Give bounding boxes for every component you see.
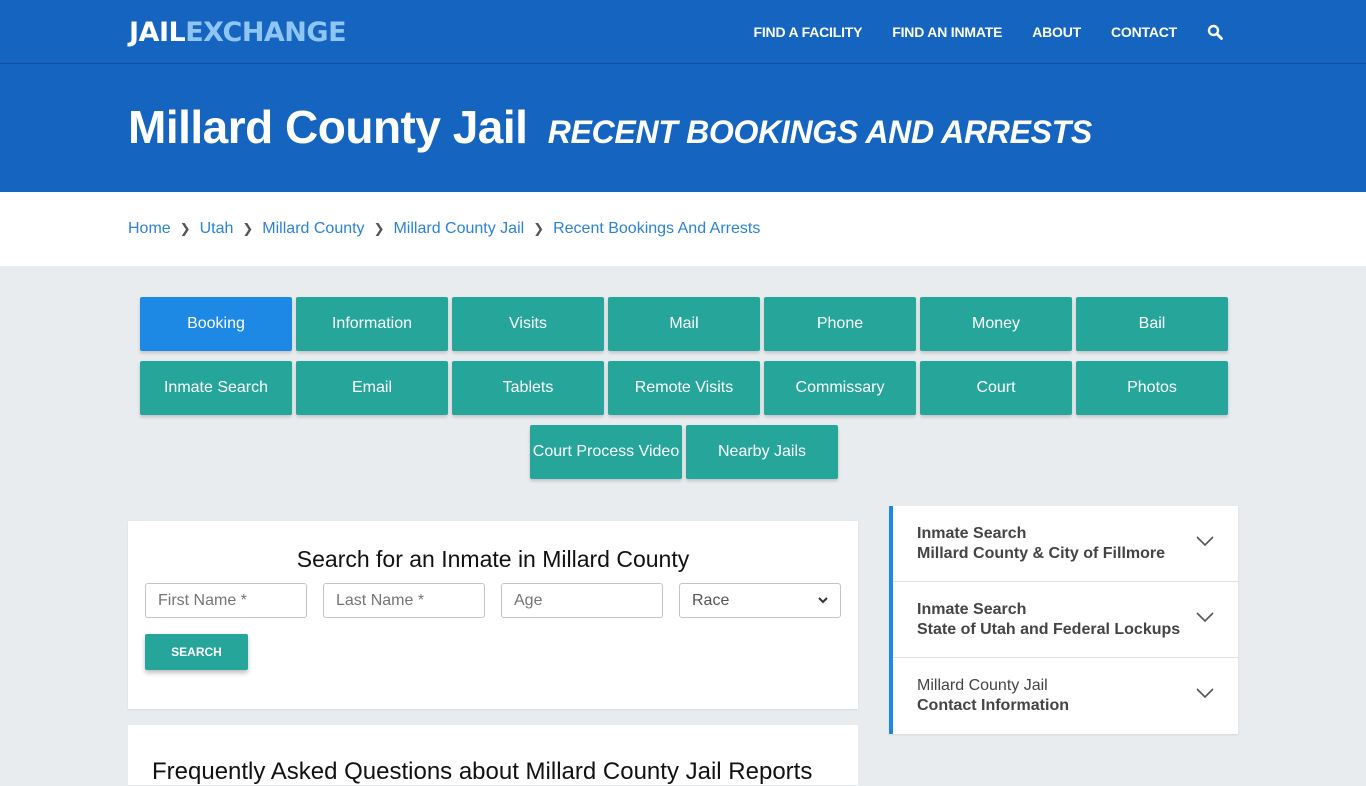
nav-find-inmate[interactable]: FIND AN INMATE	[892, 24, 1002, 40]
chevron-down-icon	[1196, 688, 1214, 698]
page-header: Millard County Jail RECENT BOOKINGS AND …	[0, 64, 1366, 192]
search-button[interactable]: SEARCH	[145, 634, 248, 670]
search-title: Search for an Inmate in Millard County	[296, 546, 690, 572]
chevron-right-icon: ❯	[242, 221, 254, 236]
first-name-input[interactable]: First Name *	[145, 583, 307, 618]
tab-court[interactable]: Court	[920, 361, 1072, 415]
tab-bail[interactable]: Bail	[1076, 297, 1228, 351]
tab-tablets[interactable]: Tablets	[452, 361, 604, 415]
facility-tabs: Booking Information Visits Mail Phone Mo…	[139, 297, 1229, 489]
chevron-right-icon: ❯	[373, 221, 385, 236]
race-select-value: Race	[692, 591, 730, 609]
chevron-right-icon: ❯	[533, 221, 545, 236]
chevron-down-icon	[1196, 536, 1214, 546]
accordion-contact-info[interactable]: Millard County Jail Contact Information	[893, 658, 1238, 734]
page-subtitle: RECENT BOOKINGS AND ARRESTS	[547, 114, 1093, 150]
breadcrumb-home[interactable]: Home	[128, 220, 171, 238]
faq-heading: Frequently Asked Questions about Millard…	[152, 758, 813, 785]
tab-photos[interactable]: Photos	[1076, 361, 1228, 415]
tab-court-process-video[interactable]: Court Process Video	[530, 425, 682, 479]
accordion-line1: Inmate Search	[917, 601, 1027, 618]
tab-email[interactable]: Email	[296, 361, 448, 415]
accordion-line1: Millard County Jail	[917, 677, 1048, 694]
breadcrumb: Home ❯ Utah ❯ Millard County ❯ Millard C…	[128, 220, 760, 238]
sidebar-accordion: Inmate Search Millard County & City of F…	[889, 506, 1238, 734]
tab-visits[interactable]: Visits	[452, 297, 604, 351]
accordion-inmate-search-state[interactable]: Inmate Search State of Utah and Federal …	[893, 582, 1238, 658]
search-icon[interactable]	[1207, 24, 1223, 40]
tab-commissary[interactable]: Commissary	[764, 361, 916, 415]
last-name-input[interactable]: Last Name *	[323, 583, 485, 618]
age-input[interactable]: Age	[501, 583, 663, 618]
accordion-line1: Inmate Search	[917, 525, 1027, 542]
inmate-search-card: Search for an Inmate in Millard County F…	[128, 521, 858, 709]
accordion-line2: Contact Information	[917, 697, 1069, 714]
accordion-inmate-search-county[interactable]: Inmate Search Millard County & City of F…	[893, 506, 1238, 582]
accordion-line2: State of Utah and Federal Lockups	[917, 621, 1181, 638]
tab-remote-visits[interactable]: Remote Visits	[608, 361, 760, 415]
nav-contact[interactable]: CONTACT	[1111, 24, 1177, 40]
page-title-main: Millard County Jail	[128, 101, 528, 153]
chevron-down-icon	[818, 597, 828, 604]
tab-phone[interactable]: Phone	[764, 297, 916, 351]
chevron-down-icon	[1196, 612, 1214, 622]
nav-about[interactable]: ABOUT	[1032, 24, 1081, 40]
nav-find-facility[interactable]: FIND A FACILITY	[754, 24, 863, 40]
breadcrumb-jail[interactable]: Millard County Jail	[393, 220, 524, 238]
top-navbar: JAILEXCHANGE FIND A FACILITY FIND AN INM…	[0, 0, 1366, 64]
main-nav: FIND A FACILITY FIND AN INMATE ABOUT CON…	[724, 0, 1223, 64]
breadcrumb-utah[interactable]: Utah	[200, 220, 234, 238]
tab-information[interactable]: Information	[296, 297, 448, 351]
chevron-right-icon: ❯	[179, 221, 191, 236]
logo-exchange: EXCHANGE	[185, 17, 347, 48]
breadcrumb-county[interactable]: Millard County	[262, 220, 364, 238]
tab-money[interactable]: Money	[920, 297, 1072, 351]
search-form: First Name * Last Name * Age Race	[128, 583, 858, 618]
breadcrumb-current[interactable]: Recent Bookings And Arrests	[553, 220, 760, 238]
logo-jail: JAIL	[129, 17, 186, 48]
page-title: Millard County Jail RECENT BOOKINGS AND …	[128, 100, 1092, 154]
breadcrumb-bar: Home ❯ Utah ❯ Millard County ❯ Millard C…	[0, 192, 1366, 266]
tab-mail[interactable]: Mail	[608, 297, 760, 351]
accordion-line2: Millard County & City of Fillmore	[917, 545, 1166, 562]
tab-inmate-search[interactable]: Inmate Search	[140, 361, 292, 415]
tab-booking[interactable]: Booking	[140, 297, 292, 351]
tab-nearby-jails[interactable]: Nearby Jails	[686, 425, 838, 479]
faq-card: Frequently Asked Questions about Millard…	[128, 725, 858, 785]
race-select[interactable]: Race	[679, 583, 841, 618]
site-logo[interactable]: JAILEXCHANGE	[129, 17, 347, 48]
